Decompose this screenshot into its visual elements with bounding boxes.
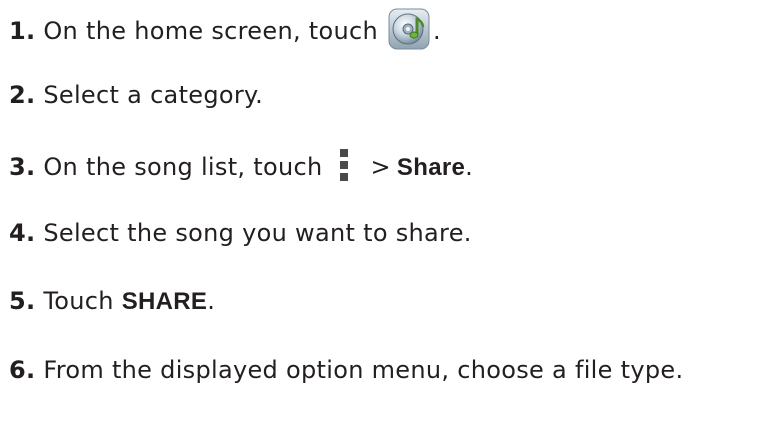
step-number: 6. bbox=[9, 356, 36, 384]
step-number: 4. bbox=[9, 219, 36, 247]
step-5: 5. Touch SHARE. bbox=[9, 286, 215, 317]
step-suffix: . bbox=[207, 287, 216, 315]
step-number: 2. bbox=[9, 81, 36, 109]
music-app-icon bbox=[388, 8, 430, 50]
step-text: On the song list, touch bbox=[43, 153, 323, 181]
step-number: 5. bbox=[9, 287, 36, 315]
menu-separator: > bbox=[370, 153, 391, 181]
step-2: 2. Select a category. bbox=[9, 80, 263, 110]
step-text: Touch bbox=[43, 287, 114, 315]
share-button-label: SHARE bbox=[121, 288, 208, 315]
step-text: Select the song you want to share. bbox=[43, 219, 472, 247]
step-text: On the home screen, touch bbox=[43, 17, 379, 45]
step-number: 1. bbox=[9, 17, 36, 45]
overflow-menu-icon bbox=[339, 147, 349, 183]
step-6: 6. From the displayed option menu, choos… bbox=[9, 355, 683, 385]
step-4: 4. Select the song you want to share. bbox=[9, 218, 472, 248]
step-text: Select a category. bbox=[43, 81, 264, 109]
step-3: 3. On the song list, touch > Share. bbox=[9, 147, 474, 186]
step-suffix: . bbox=[433, 17, 441, 45]
step-1: 1. On the home screen, touch . bbox=[9, 8, 441, 53]
step-suffix: . bbox=[465, 153, 474, 181]
step-text: From the displayed option menu, choose a… bbox=[43, 356, 684, 384]
share-menu-label: Share bbox=[396, 154, 466, 181]
step-number: 3. bbox=[9, 153, 36, 181]
